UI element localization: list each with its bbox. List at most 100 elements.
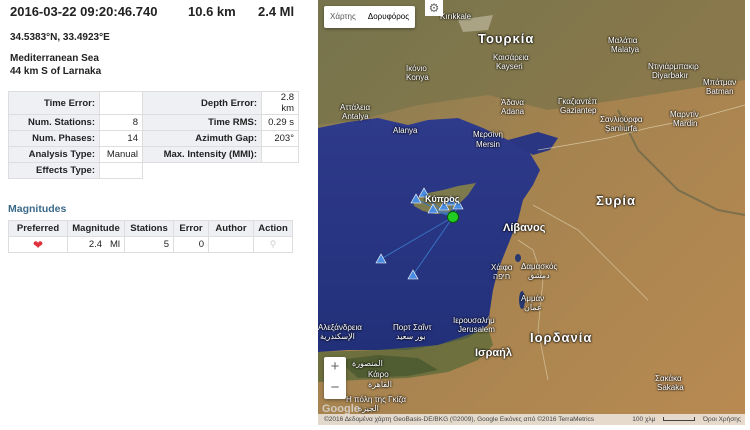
event-coordinates: 34.5383°N, 33.4923°E [10,32,110,43]
map-label-israel: Ισραήλ [475,347,512,359]
map-label-batman: Μπάτμαν [703,78,737,87]
map-label-gaziantep: Γκαζιαντέπ [558,97,597,106]
map-label-diyarbakir2: Diyarbakır [652,71,689,80]
time-error-value [99,91,143,115]
map-attribution: ©2016 Δεδομένα χάρτη GeoBasis-DE/BKG (©2… [318,414,745,425]
time-rms-value: 0.29 s [261,114,299,131]
map-label-malatya: Μαλάτια [608,36,638,45]
map-label-mansoura: المنصورة [352,359,383,368]
search-icon[interactable]: ⚲ [270,239,277,249]
map-label-sanliurfa2: Şanlıurfa [605,124,638,133]
map-label-amman2: عمان [524,303,542,312]
map-label-adana2: Adana [501,107,525,116]
col-stations: Stations [124,220,174,237]
map-label-turkey: Τουρκία [478,31,535,46]
zoom-control: + − [324,357,346,399]
event-header: 2016-03-22 09:20:46.740 10.6 km 2.4 Ml [10,4,310,22]
map-label-antalya2: Antalya [342,112,369,121]
event-datetime: 2016-03-22 09:20:46.740 [10,4,158,19]
stations-cell: 5 [124,236,174,253]
scale-label: 100 χλμ [632,416,656,423]
terms-link[interactable]: Όροι Χρήσης [703,416,745,423]
magnitudes-title: Magnitudes [8,203,67,215]
map-label-syria: Συρία [596,193,637,208]
map-label-kayseri2: Kayseri [496,62,523,71]
map-label-antalya: Αττάλεια [340,103,371,112]
map-label-portsaid2: بور سعيد [396,332,426,341]
map-label-giza2: الجيزة [358,404,379,413]
zoom-out-button[interactable]: − [324,378,346,399]
max-intensity-value [261,146,299,163]
map-label-adana: Άδανα [501,98,525,107]
attribution-text: ©2016 Δεδομένα χάρτη GeoBasis-DE/BKG (©2… [324,416,595,423]
map-label-lebanon: Λίβανος [503,222,546,234]
azimuth-gap-value: 203° [261,130,299,147]
map-label-cairo2: القاهرة [368,380,392,389]
map-type-button[interactable]: Χάρτης [324,6,362,28]
map-label-haifa2: חיפה [493,272,511,281]
scale-and-terms: 100 χλμ Όροι Χρήσης [632,414,745,425]
heart-icon[interactable]: ❤ [33,238,43,252]
num-phases-value: 14 [99,130,143,147]
analysis-type-value: Manual [99,146,143,163]
time-error-label: Time Error: [8,91,100,115]
map-label-konya: Ικόνιο [406,64,427,73]
num-stations-label: Num. Stations: [8,114,100,131]
action-cell: ⚲ [253,236,293,253]
map-label-jerusalem: Ιερουσαλήμ [453,316,495,325]
event-magnitude: 2.4 Ml [258,4,295,19]
effects-type-value [99,162,143,179]
col-error: Error [173,220,209,237]
map-label-mersin: Μερσίνη [473,130,503,139]
analysis-type-label: Analysis Type: [8,146,100,163]
zoom-in-button[interactable]: + [324,357,346,378]
event-panel: 2016-03-22 09:20:46.740 10.6 km 2.4 Ml 3… [0,0,312,430]
author-cell [208,236,254,253]
map-label-mardin: Μαρντίν [670,110,699,119]
magnitude-value: 2.4 [88,239,103,250]
magnitudes-table: Preferred Magnitude Stations Error Autho… [8,220,293,253]
max-intensity-label: Max. Intensity (MMI): [142,146,262,163]
map-label-batman2: Batman [706,87,734,96]
map-label-jordan: Ιορδανία [530,330,593,345]
map-label-alanya: Alanya [393,126,418,135]
map-label-diyarbakir: Ντιγιάρμπακιρ [648,62,699,71]
map-label-jerusalem2: Jerusalem [458,325,495,334]
gear-icon[interactable]: ⚙ [425,0,443,16]
num-phases-label: Num. Phases: [8,130,100,147]
num-stations-value: 8 [99,114,143,131]
map-label-portsaid: Πορτ Σαΐντ [393,323,432,332]
map-label-konya2: Konya [406,73,429,82]
map-label-cairo: Κάιρο [368,370,389,379]
map-label-damascus: Δαμασκός [521,262,558,271]
time-rms-label: Time RMS: [142,114,262,131]
map-label-damascus2: دمشق [528,271,550,280]
event-region: Mediterranean Sea [10,53,99,64]
map-label-kayseri: Καισάρεια [493,53,529,62]
map-label-haifa: Χάιφα [491,263,513,272]
map-label-alexandria: Αλεξάνδρεια [318,323,362,332]
map-label-sakaka2: Sakaka [657,383,684,392]
map-label-mardin2: Mardin [673,119,698,128]
azimuth-gap-label: Azimuth Gap: [142,130,262,147]
col-preferred: Preferred [8,220,68,237]
col-magnitude: Magnitude [67,220,125,237]
magnitude-type: Ml [109,239,120,250]
map-type-control: Χάρτης Δορυφόρος [324,6,416,28]
satellite-type-button[interactable]: Δορυφόρος [362,6,415,28]
map-label-gaziantep2: Gaziantep [560,106,597,115]
depth-error-value: 2.8 km [261,91,299,115]
map-label-mersin2: Mersin [476,140,501,149]
col-author: Author [208,220,254,237]
map-label-cyprus: Κύπρος [425,194,460,204]
map-view[interactable]: Τουρκία Συρία Λίβανος Κύπρος Ιορδανία Ισ… [318,0,745,425]
event-distance: 44 km S of Larnaka [10,66,102,77]
preferred-cell: ❤ [8,236,68,253]
effects-type-label: Effects Type: [8,162,100,179]
map-label-sanliurfa: Σανλιούρφα [600,115,643,124]
magnitude-cell: 2.4 Ml [67,236,125,253]
map-label-malatya2: Malatya [611,45,640,54]
col-action: Action [253,220,293,237]
map-label-sakaka: Σακάκα [655,374,682,383]
map-label-kirikkale: Kırıkkale [440,12,472,21]
